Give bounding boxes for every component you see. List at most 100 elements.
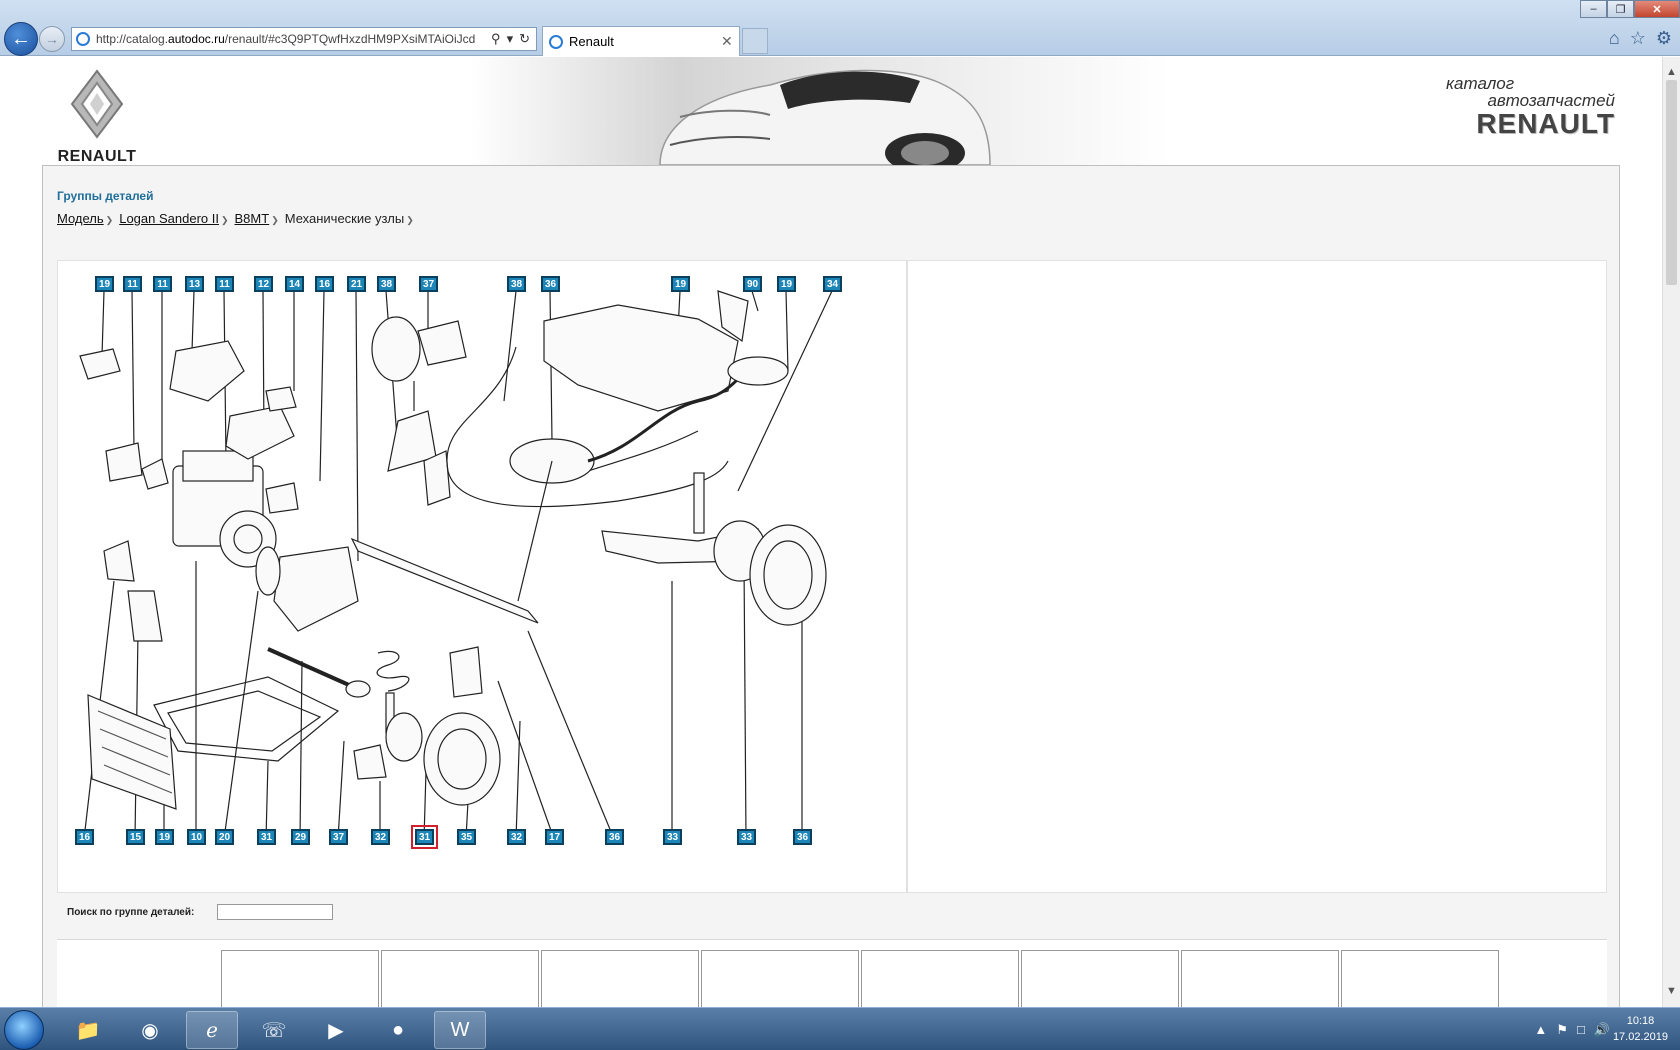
address-url[interactable]: http://catalog.autodoc.ru/renault/#c3Q9P… bbox=[96, 32, 485, 46]
callout-top-37[interactable]: 37 bbox=[419, 276, 438, 292]
callout-bottom-31[interactable]: 31 bbox=[257, 829, 276, 845]
refresh-icon[interactable]: ↻ bbox=[519, 31, 530, 47]
callout-bottom-32[interactable]: 32 bbox=[507, 829, 526, 845]
favorites-star-icon[interactable]: ☆ bbox=[1630, 28, 1646, 49]
group-thumbnail[interactable] bbox=[861, 950, 1019, 1007]
taskbar-word[interactable]: W bbox=[434, 1011, 486, 1049]
maximize-button[interactable]: ❐ bbox=[1607, 0, 1634, 18]
callout-bottom-33[interactable]: 33 bbox=[737, 829, 756, 845]
tab-renault[interactable]: Renault ✕ bbox=[542, 26, 740, 56]
callout-top-38[interactable]: 38 bbox=[377, 276, 396, 292]
clock-time: 10:18 bbox=[1626, 1015, 1655, 1027]
address-bar[interactable]: http://catalog.autodoc.ru/renault/#c3Q9P… bbox=[71, 27, 537, 51]
start-button[interactable] bbox=[4, 1010, 44, 1050]
minimize-button[interactable]: – bbox=[1580, 0, 1607, 18]
arrow-right-icon: → bbox=[45, 31, 59, 47]
callout-bottom-37[interactable]: 37 bbox=[329, 829, 348, 845]
forward-button[interactable]: → bbox=[39, 26, 65, 52]
breadcrumb-model[interactable]: Модель bbox=[57, 211, 104, 229]
callout-bottom-32[interactable]: 32 bbox=[371, 829, 390, 845]
group-thumbnail[interactable] bbox=[1181, 950, 1339, 1007]
group-thumbnail[interactable] bbox=[1341, 950, 1499, 1007]
search-icon[interactable]: ⚲ bbox=[491, 31, 501, 47]
record-icon: ● bbox=[391, 1018, 405, 1041]
tray-expand-icon[interactable]: ▲ bbox=[1534, 1022, 1547, 1038]
scroll-thumb[interactable] bbox=[1666, 80, 1677, 285]
close-tab-icon[interactable]: ✕ bbox=[721, 33, 739, 50]
folder-icon: 📁 bbox=[75, 1019, 101, 1042]
callout-top-11[interactable]: 11 bbox=[215, 276, 234, 292]
catalog-brand: каталог автозапчастей RENAULT bbox=[1440, 75, 1615, 139]
new-tab-button[interactable] bbox=[742, 28, 768, 54]
callout-top-11[interactable]: 11 bbox=[123, 276, 142, 292]
group-thumbnail[interactable] bbox=[701, 950, 859, 1007]
chevron-right-icon: ❯ bbox=[406, 215, 414, 225]
callout-bottom-36[interactable]: 36 bbox=[605, 829, 624, 845]
settings-gear-icon[interactable]: ⚙ bbox=[1656, 28, 1672, 49]
taskbar-explorer[interactable]: 📁 bbox=[62, 1011, 114, 1049]
group-thumbnail[interactable] bbox=[541, 950, 699, 1007]
callout-top-90[interactable]: 90 bbox=[743, 276, 762, 292]
volume-icon[interactable]: 🔊 bbox=[1594, 1022, 1610, 1038]
ie-favicon-icon bbox=[549, 34, 563, 49]
taskbar-internet-explorer[interactable]: ℯ bbox=[186, 1011, 238, 1049]
renault-logo[interactable]: RENAULT bbox=[52, 69, 142, 166]
callout-bottom-17[interactable]: 17 bbox=[545, 829, 564, 845]
chevron-right-icon: ❯ bbox=[271, 215, 279, 225]
scroll-down-icon[interactable]: ▼ bbox=[1663, 982, 1680, 999]
callout-bottom-31[interactable]: 31 bbox=[411, 825, 438, 849]
group-search-row: Поиск по группе деталей: bbox=[57, 899, 1607, 925]
parts-diagram: 19 11 11 13 11 12 14 16 21 38 37 38 36 19 90 19 34 16 15 19… bbox=[57, 260, 907, 893]
home-icon[interactable]: ⌂ bbox=[1609, 28, 1620, 49]
taskbar-chrome[interactable]: ◉ bbox=[124, 1011, 176, 1049]
callout-top-11[interactable]: 11 bbox=[153, 276, 172, 292]
group-thumbnail[interactable] bbox=[221, 950, 379, 1007]
system-clock[interactable]: 10:18 17.02.2019 bbox=[1613, 1013, 1668, 1045]
callout-bottom-19[interactable]: 19 bbox=[155, 829, 174, 845]
callout-top-21[interactable]: 21 bbox=[347, 276, 366, 292]
network-icon[interactable]: □ bbox=[1577, 1022, 1585, 1038]
dropdown-icon[interactable]: ▾ bbox=[507, 31, 514, 47]
back-button[interactable]: ← bbox=[4, 22, 38, 56]
taskbar-media-player[interactable]: ▶ bbox=[310, 1011, 362, 1049]
callout-top-16[interactable]: 16 bbox=[315, 276, 334, 292]
page-scrollbar[interactable]: ▲ ▼ bbox=[1662, 57, 1680, 1007]
play-icon: ▶ bbox=[328, 1019, 344, 1042]
chevron-right-icon: ❯ bbox=[220, 215, 229, 225]
section-title: Группы деталей bbox=[57, 189, 154, 203]
callout-bottom-35[interactable]: 35 bbox=[457, 829, 476, 845]
browser-toolbar: ← → http://catalog.autodoc.ru/renault/#c… bbox=[0, 0, 1680, 56]
callout-bottom-29[interactable]: 29 bbox=[291, 829, 310, 845]
breadcrumb-b8mt[interactable]: B8MT bbox=[235, 211, 270, 229]
callout-top-19[interactable]: 19 bbox=[671, 276, 690, 292]
exploded-view-drawing bbox=[79, 290, 833, 840]
callout-top-13[interactable]: 13 bbox=[185, 276, 204, 292]
callout-top-14[interactable]: 14 bbox=[285, 276, 304, 292]
callout-bottom-36[interactable]: 36 bbox=[793, 829, 812, 845]
breadcrumb-logan-sandero[interactable]: Logan Sandero II bbox=[119, 211, 219, 229]
callout-top-36[interactable]: 36 bbox=[541, 276, 560, 292]
callout-bottom-16[interactable]: 16 bbox=[75, 829, 94, 845]
taskbar-viber[interactable]: ☏ bbox=[248, 1011, 300, 1049]
taskbar-recorder[interactable]: ● bbox=[372, 1011, 424, 1049]
flag-icon[interactable]: ⚑ bbox=[1556, 1022, 1568, 1038]
callout-top-34[interactable]: 34 bbox=[823, 276, 842, 292]
group-thumbnail[interactable] bbox=[381, 950, 539, 1007]
callout-bottom-15[interactable]: 15 bbox=[126, 829, 145, 845]
close-window-button[interactable]: ✕ bbox=[1634, 0, 1680, 18]
callout-top-19[interactable]: 19 bbox=[777, 276, 796, 292]
word-icon: W bbox=[450, 1018, 470, 1041]
car-image bbox=[659, 69, 991, 165]
group-thumbnail[interactable] bbox=[1021, 950, 1179, 1007]
system-tray: ▲ ⚑ □ 🔊 bbox=[1534, 1022, 1610, 1038]
callout-bottom-20[interactable]: 20 bbox=[215, 829, 234, 845]
callout-top-38[interactable]: 38 bbox=[507, 276, 526, 292]
callout-top-12[interactable]: 12 bbox=[254, 276, 273, 292]
callout-top-19[interactable]: 19 bbox=[95, 276, 114, 292]
brand-line1: каталог bbox=[1446, 74, 1515, 93]
callout-bottom-33[interactable]: 33 bbox=[663, 829, 682, 845]
scroll-up-icon[interactable]: ▲ bbox=[1663, 63, 1680, 80]
window-controls: – ❐ ✕ bbox=[1580, 0, 1680, 18]
callout-bottom-10[interactable]: 10 bbox=[187, 829, 206, 845]
group-search-input[interactable] bbox=[217, 904, 333, 920]
